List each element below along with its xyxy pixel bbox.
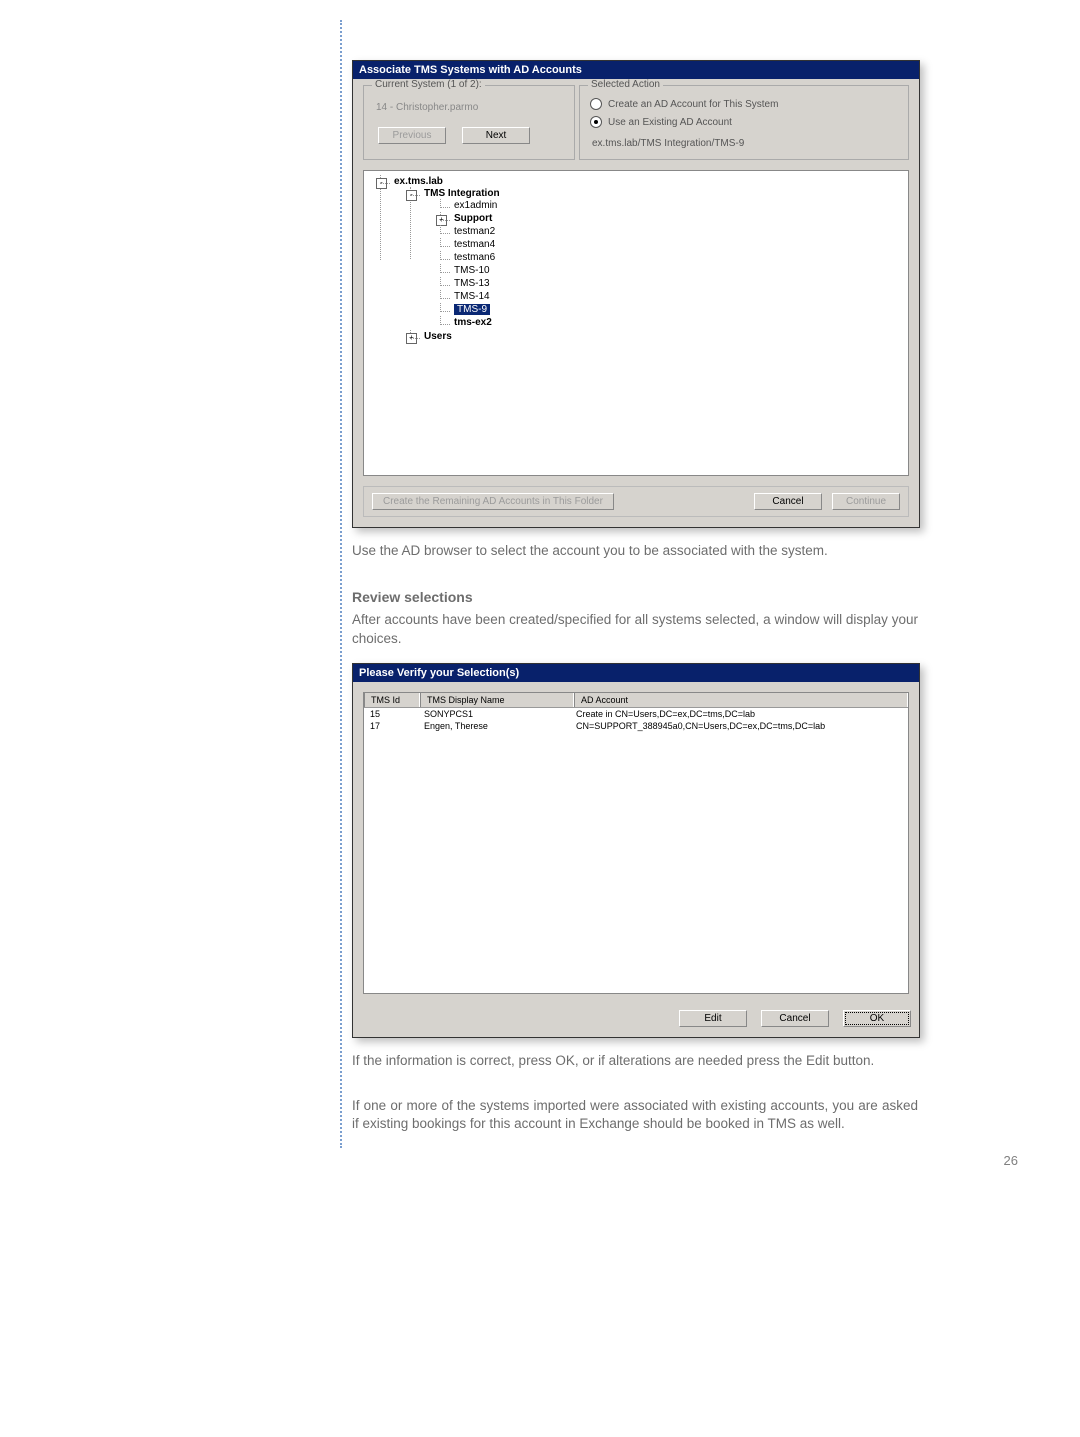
- list-row[interactable]: 17 Engen, Therese CN=SUPPORT_388945a0,CN…: [364, 720, 908, 732]
- tree-item[interactable]: TMS-10: [440, 264, 908, 277]
- cell-account: Create in CN=Users,DC=ex,DC=tms,DC=lab: [570, 708, 908, 720]
- radio-existing-label: Use an Existing AD Account: [608, 117, 732, 128]
- section-heading: Review selections: [352, 589, 918, 605]
- radio-create-label: Create an AD Account for This System: [608, 99, 778, 110]
- tree-users[interactable]: + Users: [410, 330, 908, 343]
- tree-item-label: ex1admin: [454, 200, 497, 211]
- tree-users-label: Users: [424, 331, 452, 342]
- ok-button[interactable]: OK: [843, 1010, 911, 1027]
- selected-action-legend: Selected Action: [588, 79, 663, 90]
- expand-icon[interactable]: +: [406, 333, 417, 344]
- column-header-tmsid[interactable]: TMS Id: [364, 693, 420, 707]
- paragraph: If the information is correct, press OK,…: [352, 1052, 918, 1071]
- tree-root-label: ex.tms.lab: [394, 176, 443, 187]
- column-header-adaccount[interactable]: AD Account: [574, 693, 908, 707]
- collapse-icon[interactable]: -: [406, 190, 417, 201]
- tree-item[interactable]: TMS-14: [440, 290, 908, 303]
- left-margin-dotted-line: [340, 20, 342, 1148]
- paragraph: If one or more of the systems imported w…: [352, 1097, 918, 1135]
- selections-listview[interactable]: TMS Id TMS Display Name AD Account 15 SO…: [363, 692, 909, 994]
- list-row[interactable]: 15 SONYPCS1 Create in CN=Users,DC=ex,DC=…: [364, 708, 908, 720]
- radio-icon: [590, 116, 602, 128]
- tree-item-label: TMS-14: [454, 291, 490, 302]
- tree-item-label: Support: [454, 213, 492, 224]
- tree-item-label: TMS-13: [454, 278, 490, 289]
- previous-button[interactable]: Previous: [378, 127, 446, 144]
- cell-name: Engen, Therese: [418, 720, 570, 732]
- verify-dialog: Please Verify your Selection(s) TMS Id T…: [352, 663, 920, 1038]
- cell-account: CN=SUPPORT_388945a0,CN=Users,DC=ex,DC=tm…: [570, 720, 908, 732]
- next-button[interactable]: Next: [462, 127, 530, 144]
- associate-dialog: Associate TMS Systems with AD Accounts C…: [352, 60, 920, 528]
- dialog-title: Please Verify your Selection(s): [353, 664, 919, 682]
- collapse-icon[interactable]: -: [376, 178, 387, 189]
- radio-icon: [590, 98, 602, 110]
- paragraph: Use the AD browser to select the account…: [352, 542, 918, 561]
- current-system-legend: Current System (1 of 2):: [372, 79, 485, 90]
- tree-item-selected[interactable]: TMS-9: [440, 303, 908, 316]
- page-number: 26: [1004, 1153, 1018, 1168]
- tree-item-label: TMS-9: [454, 304, 490, 315]
- tree-item-label: testman2: [454, 226, 495, 237]
- create-remaining-button[interactable]: Create the Remaining AD Accounts in This…: [372, 493, 614, 510]
- cell-tmsid: 15: [364, 708, 418, 720]
- column-header-displayname[interactable]: TMS Display Name: [420, 693, 574, 707]
- cell-name: SONYPCS1: [418, 708, 570, 720]
- tree-item[interactable]: TMS-13: [440, 277, 908, 290]
- dialog-bottom-bar: Create the Remaining AD Accounts in This…: [363, 486, 909, 517]
- selected-action-group: Selected Action Create an AD Account for…: [579, 85, 909, 160]
- cell-tmsid: 17: [364, 720, 418, 732]
- paragraph: After accounts have been created/specifi…: [352, 611, 918, 649]
- cancel-button[interactable]: Cancel: [761, 1010, 829, 1027]
- tree-tms-integration-label: TMS Integration: [424, 188, 500, 199]
- continue-button[interactable]: Continue: [832, 493, 900, 510]
- radio-use-existing[interactable]: Use an Existing AD Account: [590, 116, 898, 128]
- current-system-name: 14 - Christopher.parmo: [376, 102, 564, 113]
- tree-root[interactable]: - ex.tms.lab - TMS Integration ex1admin …: [380, 175, 908, 344]
- ad-tree-panel[interactable]: - ex.tms.lab - TMS Integration ex1admin …: [363, 170, 909, 476]
- tree-item[interactable]: testman4: [440, 238, 908, 251]
- dialog-title: Associate TMS Systems with AD Accounts: [353, 61, 919, 79]
- tree-item[interactable]: +Support: [440, 212, 908, 225]
- tree-item-label: testman4: [454, 239, 495, 250]
- edit-button[interactable]: Edit: [679, 1010, 747, 1027]
- selected-path-text: ex.tms.lab/TMS Integration/TMS-9: [592, 138, 898, 149]
- tree-item-label: TMS-10: [454, 265, 490, 276]
- tree-tms-integration[interactable]: - TMS Integration ex1admin +Support test…: [410, 187, 908, 330]
- current-system-group: Current System (1 of 2): 14 - Christophe…: [363, 85, 575, 160]
- cancel-button[interactable]: Cancel: [754, 493, 822, 510]
- tree-item[interactable]: ex1admin: [440, 199, 908, 212]
- tree-item-label: testman6: [454, 252, 495, 263]
- tree-item-label: tms-ex2: [454, 317, 492, 328]
- tree-item[interactable]: testman2: [440, 225, 908, 238]
- tree-item[interactable]: tms-ex2: [440, 316, 908, 329]
- radio-create-account[interactable]: Create an AD Account for This System: [590, 98, 898, 110]
- tree-item[interactable]: testman6: [440, 251, 908, 264]
- listview-headers: TMS Id TMS Display Name AD Account: [364, 693, 908, 708]
